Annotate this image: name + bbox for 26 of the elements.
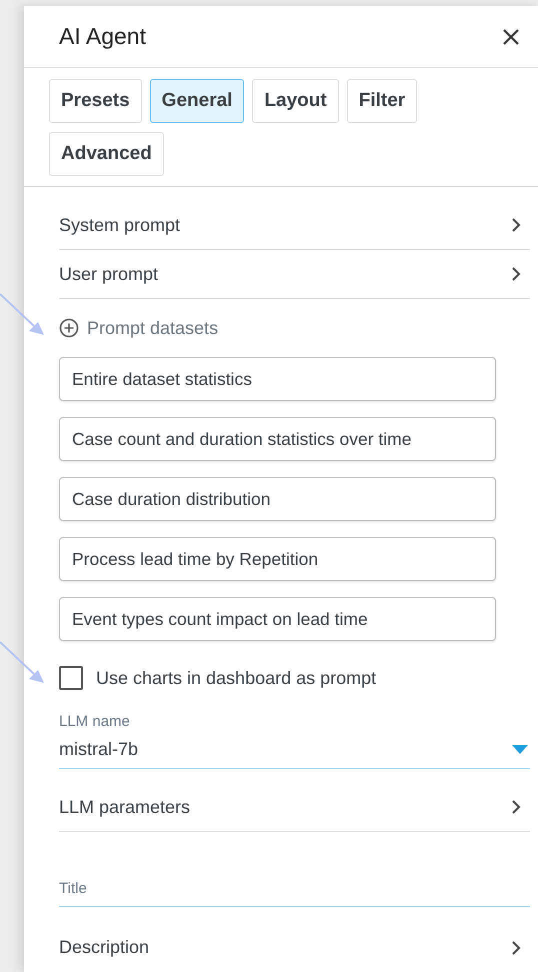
section-row[interactable]: Description <box>59 923 530 972</box>
plus-circle-icon <box>59 318 79 338</box>
tab[interactable]: Presets <box>49 79 142 123</box>
tab[interactable]: Filter <box>346 79 418 123</box>
dropdown[interactable]: mistral-7b <box>59 731 530 769</box>
section-row[interactable]: LLM parameters <box>59 783 530 832</box>
chevron-right-icon <box>510 940 522 954</box>
input-field[interactable]: Case count and duration statistics over time <box>59 417 496 461</box>
chevron-right-icon <box>510 218 522 232</box>
field-label: LLM name <box>59 713 131 730</box>
checkbox-label: Use charts in dashboard as prompt <box>96 668 376 688</box>
tab[interactable]: Advanced <box>49 132 164 176</box>
chevron-right-icon <box>510 800 522 814</box>
input-field[interactable]: Case duration distribution <box>59 477 496 521</box>
section-row[interactable]: System prompt <box>59 201 530 250</box>
caret-icon <box>512 745 528 754</box>
chevron-right-icon <box>510 267 522 281</box>
tab[interactable]: Layout <box>252 79 339 123</box>
add-button[interactable]: Prompt datasets <box>59 299 530 357</box>
input-field[interactable]: Process lead time by Repetition <box>59 537 496 581</box>
section-row[interactable]: User prompt <box>59 250 530 299</box>
checkbox[interactable] <box>59 666 83 690</box>
tab[interactable]: General <box>150 79 244 123</box>
input-field[interactable]: Entire dataset statistics <box>59 357 496 401</box>
input-field[interactable]: Event types count impact on lead time <box>59 597 496 641</box>
panel-title: AI Agent <box>59 23 146 50</box>
